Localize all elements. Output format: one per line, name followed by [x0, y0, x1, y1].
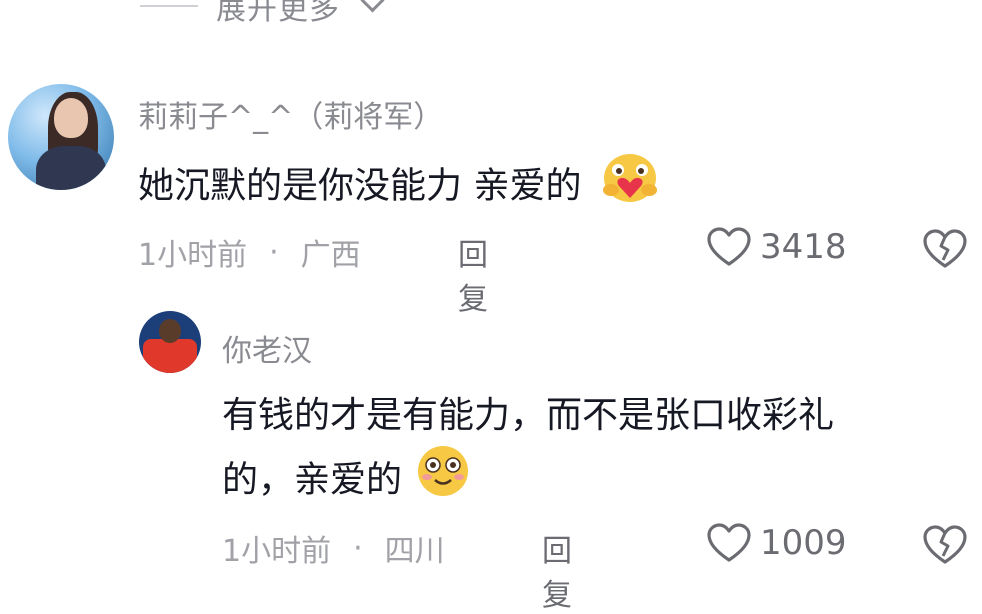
avatar[interactable] [8, 84, 114, 190]
broken-heart-icon[interactable] [922, 524, 968, 566]
comment-location: 广西 [300, 238, 361, 273]
heart-outline-icon [706, 522, 752, 564]
expand-more-button[interactable]: 展开更多 [140, 0, 385, 27]
heart-outline-icon [706, 226, 752, 268]
reply-text-line2-body: 的，亲爱的 [222, 459, 403, 501]
comment-text: 她沉默的是你没能力 亲爱的 [138, 150, 659, 225]
comment-text-body: 她沉默的是你没能力 亲爱的 [138, 165, 582, 207]
reply-location: 四川 [384, 534, 445, 569]
reply-avatar[interactable] [139, 311, 201, 373]
like-count: 1009 [760, 523, 847, 563]
like-button[interactable]: 3418 [706, 226, 847, 268]
expand-more-label: 展开更多 [216, 0, 340, 27]
meta-separator: · [269, 234, 279, 270]
reply-meta: 1小时前 · 四川 [222, 526, 445, 570]
smile-face-emoji [415, 444, 471, 519]
avatar-body [36, 146, 106, 190]
avatar-head [54, 98, 88, 138]
broken-heart-icon[interactable] [922, 228, 968, 270]
meta-separator: · [353, 530, 363, 566]
comment-username[interactable]: 莉莉子^_^（莉将军） [138, 92, 443, 136]
comment-meta: 1小时前 · 广西 [138, 230, 361, 274]
like-button[interactable]: 1009 [706, 522, 847, 564]
reply-button[interactable]: 回复 [458, 230, 488, 318]
like-count: 3418 [760, 227, 847, 267]
avatar-face [159, 319, 181, 343]
comment-time: 1小时前 [138, 238, 248, 273]
reply-text-line2: 的，亲爱的 [222, 444, 471, 519]
reply-username[interactable]: 你老汉 [222, 326, 312, 370]
expand-divider [140, 5, 198, 7]
reply-button[interactable]: 回复 [542, 526, 572, 614]
avatar-shirt [143, 339, 197, 373]
hug-face-emoji [601, 150, 659, 225]
reply-time: 1小时前 [222, 534, 332, 569]
reply-text-line1: 有钱的才是有能力，而不是张口收彩礼 [222, 395, 835, 436]
chevron-down-icon [360, 0, 385, 13]
